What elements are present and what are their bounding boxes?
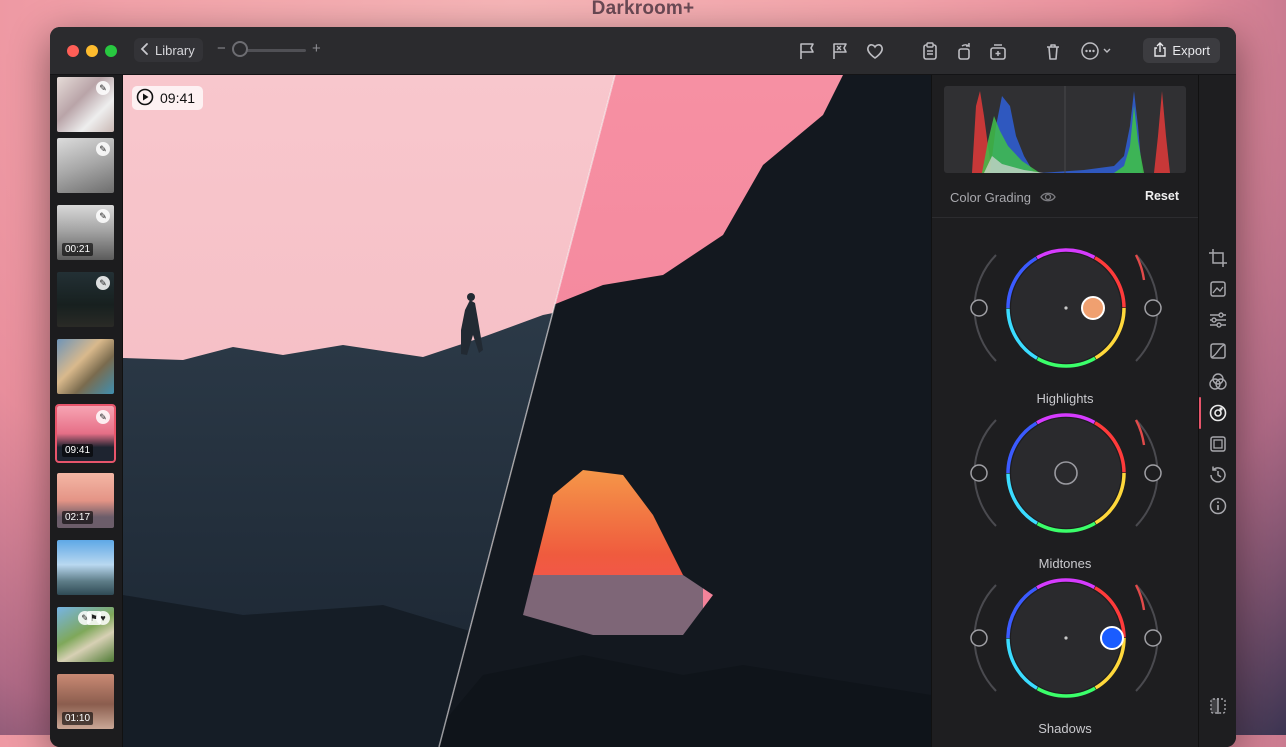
photo-canvas[interactable]: 09:41 (123, 75, 931, 747)
zoom-slider-knob[interactable] (232, 41, 248, 57)
midtones-left-handle[interactable] (970, 464, 988, 482)
shadows-right-handle[interactable] (1144, 629, 1162, 647)
duration-badge: 09:41 (62, 444, 94, 457)
shadows-left-handle[interactable] (970, 629, 988, 647)
color-grading-header: Color Grading Reset (932, 177, 1198, 218)
compare-split-icon[interactable] (1208, 696, 1228, 716)
shadows-wheel-knob[interactable] (1100, 626, 1124, 650)
library-label: Library (155, 42, 195, 58)
app-window: Library − + Export ✎ ✎ ✎ 00:21 ✎ ✎ 09:41… (50, 27, 1236, 747)
thumb-8[interactable] (57, 540, 114, 595)
duration-badge: 01:10 (62, 712, 94, 725)
chevron-left-icon (140, 42, 150, 59)
thumb-2[interactable]: ✎ (57, 138, 114, 193)
highlights-wheel[interactable] (962, 235, 1172, 385)
toolbar: Library − + Export (50, 27, 1236, 75)
edit-pencil-icon: ✎ (96, 209, 110, 223)
edit-pencil-icon: ✎ (96, 410, 110, 424)
crop-icon[interactable] (1208, 248, 1228, 268)
midtones-right-handle[interactable] (1144, 464, 1162, 482)
library-back-button[interactable]: Library (134, 38, 203, 62)
more-menu-button[interactable] (1079, 40, 1113, 62)
thumb-7[interactable]: 02:17 (57, 473, 114, 528)
close-window-button[interactable] (67, 45, 79, 57)
tool-strip (1198, 75, 1236, 747)
eye-icon[interactable] (1039, 188, 1057, 206)
export-button[interactable]: Export (1143, 38, 1220, 63)
video-time: 09:41 (160, 90, 196, 106)
highlights-left-handle[interactable] (970, 299, 988, 317)
export-label: Export (1172, 43, 1210, 58)
color-grading-icon[interactable] (1208, 403, 1228, 423)
thumb-4[interactable]: ✎ (57, 272, 114, 327)
heart-icon[interactable] (864, 40, 886, 62)
clipboard-icon[interactable] (919, 40, 941, 62)
color-grading-title: Color Grading (950, 190, 1031, 205)
zoom-window-button[interactable] (105, 45, 117, 57)
zoom-in-button[interactable]: + (312, 40, 321, 57)
color-mixer-icon[interactable] (1208, 372, 1228, 392)
duration-badge: 02:17 (62, 511, 94, 524)
rotate-icon[interactable] (953, 40, 975, 62)
reject-flag-icon[interactable] (829, 40, 851, 62)
share-icon (1153, 41, 1167, 60)
thumb-9[interactable]: ✎ ⚑ ♥ (57, 607, 114, 662)
thumb-5[interactable] (57, 339, 114, 394)
active-tool-indicator (1199, 397, 1201, 429)
video-time-chip[interactable]: 09:41 (132, 86, 204, 110)
sliders-icon[interactable] (1208, 310, 1228, 330)
thumb-6[interactable]: ✎ 09:41 (55, 404, 116, 463)
trash-icon[interactable] (1042, 40, 1064, 62)
midtones-wheel[interactable] (962, 400, 1172, 550)
thumb-3[interactable]: ✎ 00:21 (57, 205, 114, 260)
filmstrip: ✎ ✎ ✎ 00:21 ✎ ✎ 09:41 02:17 ✎ ⚑ ♥ 01:10 (50, 75, 123, 747)
highlights-wheel-knob[interactable] (1081, 296, 1105, 320)
shadows-wheel[interactable] (962, 565, 1172, 715)
play-icon (136, 88, 154, 109)
highlights-right-handle[interactable] (1144, 299, 1162, 317)
heart-badge-icon: ♥ (96, 611, 110, 625)
histogram (944, 86, 1186, 173)
minimize-window-button[interactable] (86, 45, 98, 57)
thumb-1[interactable]: ✎ (57, 77, 114, 132)
info-icon[interactable] (1208, 496, 1228, 516)
photo-image (123, 75, 931, 747)
thumb-10[interactable]: 01:10 (57, 674, 114, 729)
edit-pencil-icon: ✎ (96, 142, 110, 156)
reset-button[interactable]: Reset (1145, 189, 1179, 203)
app-title: Darkroom+ (591, 0, 695, 19)
curves-icon[interactable] (1208, 341, 1228, 361)
adjustments-panel: Color Grading Reset Highlights Midtones … (931, 75, 1198, 747)
zoom-out-button[interactable]: − (217, 40, 226, 57)
duplicate-icon[interactable] (987, 40, 1009, 62)
frame-icon[interactable] (1208, 434, 1228, 454)
shadows-label: Shadows (1038, 721, 1092, 736)
duration-badge: 00:21 (62, 243, 94, 256)
auto-enhance-icon[interactable] (1208, 279, 1228, 299)
history-icon[interactable] (1208, 465, 1228, 485)
zoom-slider-track[interactable] (240, 49, 306, 52)
edit-pencil-icon: ✎ (96, 276, 110, 290)
flag-icon[interactable] (796, 40, 818, 62)
edit-pencil-icon: ✎ (96, 81, 110, 95)
